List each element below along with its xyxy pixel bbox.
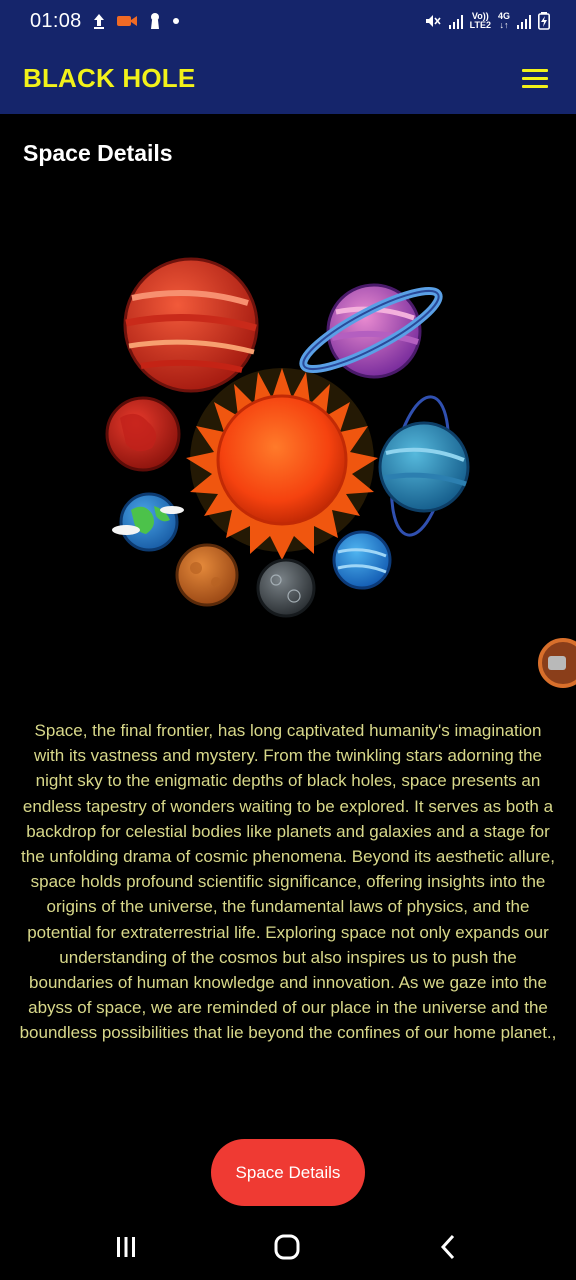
data-indicator: 4G ↓↑	[498, 12, 510, 30]
status-bar: 01:08 Vo)) LTE2 4G ↓↑	[0, 0, 576, 42]
space-description: Space, the final frontier, has long capt…	[19, 721, 557, 1043]
back-icon[interactable]	[428, 1232, 468, 1262]
neptune	[332, 530, 392, 590]
data-bottom: ↓↑	[499, 20, 509, 30]
venus	[175, 543, 239, 607]
mute-icon	[425, 15, 441, 27]
space-details-button[interactable]: Space Details	[211, 1139, 365, 1206]
saturn	[299, 283, 443, 379]
camera-icon	[548, 656, 566, 670]
dot-icon	[172, 18, 179, 24]
sun	[186, 368, 378, 560]
home-icon[interactable]	[267, 1232, 307, 1262]
jupiter	[123, 257, 259, 393]
app-bar: BLACK HOLE	[0, 42, 576, 114]
app-title: BLACK HOLE	[23, 62, 196, 93]
hamburger-menu-icon[interactable]	[522, 65, 554, 91]
solar-system-illustration	[105, 257, 470, 618]
battery-icon	[538, 12, 550, 30]
page-title: Space Details	[23, 140, 173, 166]
keyhole-icon	[150, 13, 159, 29]
signal-icon-1	[448, 13, 463, 29]
upload-icon	[93, 14, 104, 29]
status-time: 01:08	[30, 9, 82, 32]
screen-recorder-bubble[interactable]	[538, 638, 576, 688]
volte-indicator: Vo)) LTE2	[470, 12, 491, 30]
earth	[112, 492, 184, 552]
screen-record-icon	[116, 16, 137, 26]
recents-icon[interactable]	[106, 1232, 146, 1262]
system-nav-bar	[0, 1214, 576, 1280]
uranus	[378, 395, 470, 537]
volte-bottom: LTE2	[469, 20, 491, 30]
mercury	[256, 558, 316, 618]
signal-icon-2	[517, 13, 531, 29]
mars	[105, 396, 181, 472]
